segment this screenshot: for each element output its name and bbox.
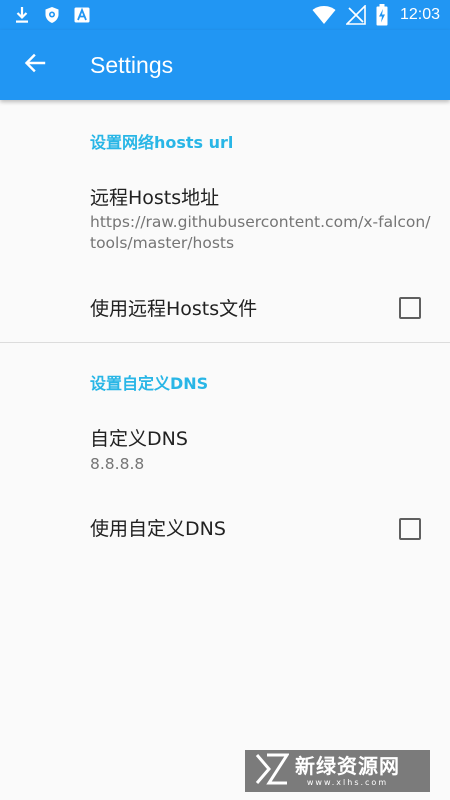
category-custom-dns: 设置自定义DNS: [90, 374, 209, 393]
status-left-icons: [14, 6, 90, 24]
watermark: 新绿资源网 www.xlhs.com: [245, 750, 430, 792]
pref-custom-dns[interactable]: 自定义DNS 8.8.8.8: [0, 412, 450, 488]
pref-use-remote-hosts[interactable]: 使用远程Hosts文件: [0, 278, 450, 340]
watermark-logo-icon: [255, 753, 290, 789]
watermark-subtext: www.xlhs.com: [306, 778, 389, 787]
pref-title: 使用远程Hosts文件: [90, 298, 258, 320]
no-signal-icon: [345, 5, 366, 25]
wifi-icon: [312, 5, 336, 25]
status-time: 12:03: [399, 6, 440, 23]
use-custom-dns-checkbox[interactable]: [399, 518, 421, 540]
back-button[interactable]: [14, 44, 56, 86]
shield-icon: [44, 6, 60, 24]
pref-use-custom-dns[interactable]: 使用自定义DNS: [0, 498, 450, 560]
section-divider: [0, 342, 450, 343]
watermark-text-group: 新绿资源网 www.xlhs.com: [295, 754, 400, 788]
pref-summary: https://raw.githubusercontent.com/x-falc…: [90, 213, 431, 252]
arrow-back-icon: [23, 51, 47, 79]
pref-summary: 8.8.8.8: [90, 455, 145, 473]
pref-title: 使用自定义DNS: [90, 518, 226, 540]
download-icon: [14, 6, 30, 24]
pref-title: 远程Hosts地址: [90, 187, 220, 209]
pref-title: 自定义DNS: [90, 428, 188, 450]
category-hosts-url: 设置网络hosts url: [90, 133, 234, 152]
status-bar: 12:03: [0, 0, 450, 30]
a-icon: [74, 7, 90, 23]
status-right-icons: 12:03: [312, 4, 440, 26]
battery-charging-icon: [376, 4, 388, 26]
page-title: Settings: [90, 52, 174, 78]
pref-remote-hosts-address[interactable]: 远程Hosts地址 https://raw.githubusercontent.…: [0, 172, 450, 272]
watermark-text: 新绿资源网: [295, 754, 400, 778]
app-bar: Settings: [0, 30, 450, 100]
use-remote-hosts-checkbox[interactable]: [399, 297, 421, 319]
